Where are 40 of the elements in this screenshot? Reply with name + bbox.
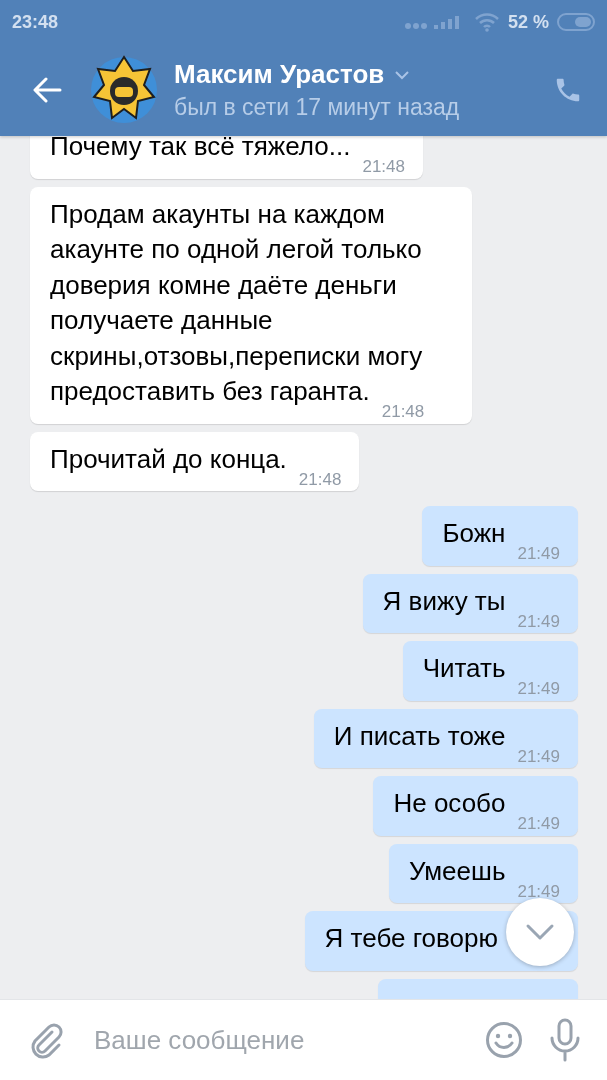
message-text: Я тебе говорю (324, 923, 498, 953)
last-seen-status: был в сети 17 минут назад (174, 94, 461, 121)
status-time: 23:48 (12, 11, 59, 33)
avatar[interactable] (88, 54, 160, 126)
message-time: 21:49 (517, 884, 560, 898)
message-time: 21:49 (517, 682, 560, 695)
message-text: Читать (422, 653, 506, 683)
battery-percent: 52 % (507, 11, 549, 33)
message-time: 21:48 (362, 160, 405, 173)
message-time: 21:49 (517, 547, 560, 560)
microphone-icon[interactable] (549, 1018, 581, 1062)
message-time: 21:49 (517, 614, 560, 628)
message-text: Божн (442, 518, 506, 548)
message-text: Прочитай до конца. (50, 443, 287, 474)
back-arrow-icon[interactable] (32, 77, 62, 103)
message-time: 21:48 (381, 405, 425, 418)
sent-message-bubble[interactable]: Читать 21:49 (402, 641, 578, 701)
received-message-bubble[interactable]: Продам акаунты на каждом акаунте по одной легой только доверия комне даёте деньги получаете данные скрины,отзовы,переписки могу предоставить без гаранта. 21:48 (30, 186, 472, 424)
message-text: Умеешь (408, 855, 506, 886)
sent-message-bubble[interactable]: И писать тоже 21:49 (313, 708, 578, 768)
message-time: 21:49 (517, 749, 560, 763)
message-text: Продам акаунты на каждом акаунте по одной легой только доверия комне даёте деньги получаете данные скрины,отзовы,переписки могу предоставить без гаранта. (50, 198, 423, 406)
message-text: Я вижу ты (382, 585, 506, 616)
message-text: Не особо (393, 788, 506, 818)
chevron-down-icon (525, 923, 555, 941)
caret-icon[interactable] (394, 69, 411, 80)
sent-message-bubble[interactable]: Я вижу ты 21:49 (362, 573, 578, 633)
message-text: И писать тоже (333, 720, 506, 751)
message-time: 21:49 (517, 817, 560, 830)
message-time: 21:48 (298, 472, 342, 486)
received-message-bubble[interactable]: Прочитай до конца. 21:48 (30, 431, 360, 491)
wifi-icon (473, 12, 500, 32)
sent-message-bubble[interactable]: Умеешь 21:49 (388, 843, 578, 903)
emoji-icon[interactable] (485, 1021, 523, 1059)
battery-icon (557, 13, 595, 31)
sent-message-bubble[interactable]: Божн 21:49 (422, 506, 578, 566)
contact-name[interactable]: Максим Урастов (174, 59, 385, 90)
received-message-bubble[interactable]: Почему так всё тяжело... 21:48 (30, 136, 423, 179)
sent-message-bubble[interactable]: Не особо 21:49 (373, 776, 578, 836)
message-text: Почему так всё тяжело... (50, 136, 351, 161)
